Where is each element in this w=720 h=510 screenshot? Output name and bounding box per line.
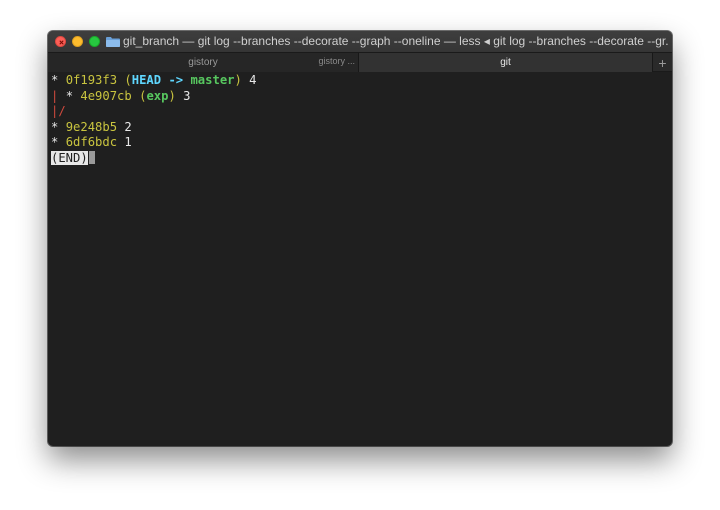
graph-merge: |/ xyxy=(51,104,66,118)
plus-icon: + xyxy=(658,54,667,71)
decoration-open: ( xyxy=(117,73,132,87)
log-line: |/ xyxy=(51,104,669,120)
pager-prompt-line: (END) xyxy=(51,150,669,167)
log-line: * 9e248b5 2 xyxy=(51,120,669,136)
pager-end-prompt: (END) xyxy=(51,150,88,165)
minimize-button[interactable] xyxy=(72,36,83,47)
graph-star: * xyxy=(51,119,66,134)
decoration-open: ( xyxy=(131,88,147,103)
log-line: | * 4e907cb (exp) 3 xyxy=(51,89,669,105)
terminal-output[interactable]: * 0f193f3 (HEAD -> master) 4 | * 4e907cb… xyxy=(51,73,669,443)
commit-hash: 4e907cb xyxy=(80,88,132,103)
tab-bar: gistory gistory ... git + xyxy=(48,52,672,72)
terminal-window: git_branch — git log --branches --decora… xyxy=(48,31,672,446)
graph-star: * xyxy=(51,135,66,149)
tab-label: git xyxy=(500,57,511,68)
commit-message: 1 xyxy=(117,135,132,149)
graph-star: * xyxy=(65,88,81,103)
decoration-close: ) xyxy=(168,88,176,103)
graph-star: * xyxy=(51,73,66,87)
tab-label: gistory xyxy=(188,57,218,68)
window-title: git_branch — git log --branches --decora… xyxy=(123,34,668,48)
branch-name: exp xyxy=(146,88,169,103)
commit-hash: 0f193f3 xyxy=(65,73,118,87)
commit-message: 3 xyxy=(175,88,191,103)
decoration-close: ) xyxy=(234,73,242,87)
folder-icon xyxy=(106,37,120,47)
window-controls xyxy=(55,36,100,47)
tab-git[interactable]: git xyxy=(359,53,653,72)
log-line: * 6df6bdc 1 xyxy=(51,135,669,151)
branch-name: master xyxy=(190,73,235,87)
log-line: * 0f193f3 (HEAD -> master) 4 xyxy=(51,73,669,89)
head-ref: HEAD xyxy=(131,73,162,87)
tab-gistory[interactable]: gistory gistory ... xyxy=(48,53,359,72)
new-tab-button[interactable]: + xyxy=(653,53,672,72)
commit-hash: 6df6bdc xyxy=(65,135,118,149)
text-cursor xyxy=(88,150,95,164)
head-arrow: -> xyxy=(161,73,191,87)
commit-message: 4 xyxy=(241,73,257,87)
zoom-button[interactable] xyxy=(89,36,100,47)
title-bar[interactable]: git_branch — git log --branches --decora… xyxy=(48,31,672,52)
commit-hash: 9e248b5 xyxy=(65,119,118,134)
close-button[interactable] xyxy=(55,36,66,47)
commit-message: 2 xyxy=(117,119,132,134)
tab-sublabel: gistory ... xyxy=(318,56,355,66)
graph-pipe: | xyxy=(51,88,66,103)
